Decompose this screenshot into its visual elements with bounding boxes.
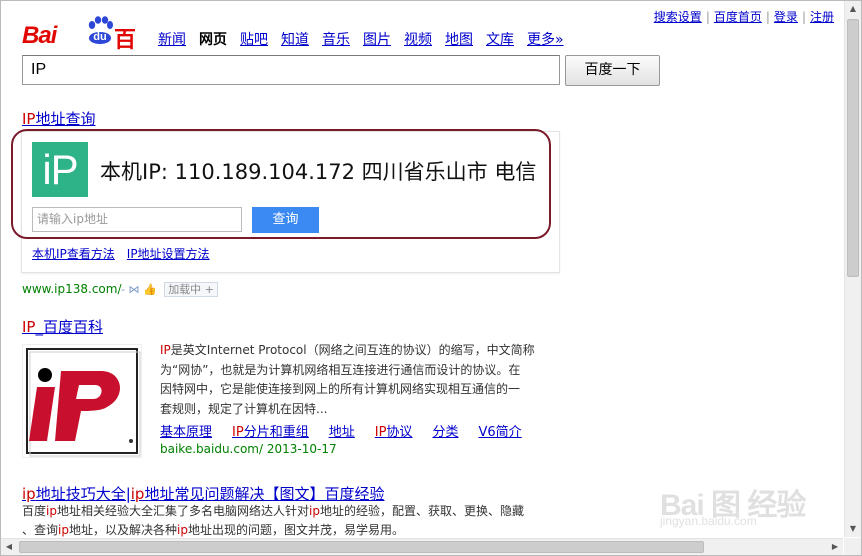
logo-du: du <box>93 31 107 43</box>
nav-music[interactable]: 音乐 <box>322 32 350 48</box>
ip-help-links: 本机IP查看方法 IP地址设置方法 <box>32 245 222 262</box>
title-highlight: IP <box>22 318 36 336</box>
scroll-down-icon[interactable]: ▼ <box>845 521 861 537</box>
desc-text: 为“网协”，也就是为计算机网络相互连接进行通信而设计的协议。在 <box>160 362 521 377</box>
separator: | <box>705 10 710 24</box>
nav-wenku[interactable]: 文库 <box>486 32 514 48</box>
result-title-ip-lookup[interactable]: IP地址查询 <box>22 108 96 129</box>
horizontal-scrollbar[interactable]: ◀ ▶ <box>1 538 843 555</box>
desc-text: 因特网中，它是能使连接到网上的所有计算机网络实现相互通信的一 <box>160 382 521 396</box>
result-cite-url: www.ip138.com/ <box>22 282 122 296</box>
nav-map[interactable]: 地图 <box>445 32 473 48</box>
search-input[interactable]: IP <box>22 55 560 85</box>
baike-link-basic-principle[interactable]: 基本原理 <box>160 425 222 440</box>
title-text: 地址常见问题解决【图文】百度经验 <box>144 485 385 503</box>
ip-setup-method-link[interactable]: IP地址设置方法 <box>127 247 210 261</box>
baike-link-address[interactable]: 地址 <box>329 425 365 440</box>
nav-web[interactable]: 网页 <box>199 32 227 48</box>
baike-thumbnail[interactable] <box>22 344 142 458</box>
baike-cite-url: baike.baidu.com/ 2013-10-17 <box>160 442 337 456</box>
title-text: 地址技巧大全| <box>35 485 131 503</box>
title-highlight: ip <box>130 485 145 503</box>
jingyan-description: 百度ip地址相关经验大全汇集了多名电脑网络达人针对ip地址的经验，配置、获取、更… <box>22 502 567 540</box>
link-highlight: IP <box>232 425 244 440</box>
baike-link-fragmentation[interactable]: IP分片和重组 <box>232 425 319 440</box>
baidu-logo[interactable]: Bai du 百度 <box>20 8 150 85</box>
link-text: 基本原理 <box>160 425 213 440</box>
vertical-scrollbar[interactable]: ▲ ▼ <box>844 1 861 537</box>
desc-highlight: ip <box>46 504 57 518</box>
desc-text: 、查询 <box>22 523 59 537</box>
baike-section-links: 基本原理 IP分片和重组 地址 IP协议 分类 V6简介 <box>160 421 542 440</box>
search-button[interactable]: 百度一下 <box>565 55 660 86</box>
horizontal-scroll-thumb[interactable] <box>19 541 704 553</box>
desc-text: 百度 <box>22 504 47 518</box>
link-highlight: IP <box>374 425 387 440</box>
baidu-home-link[interactable]: 百度首页 <box>714 10 762 24</box>
desc-line: 为“网协”，也就是为计算机网络相互连接进行通信而设计的协议。在 <box>160 361 560 381</box>
desc-line: 套规则，规定了计算机在因特... <box>160 400 560 420</box>
desc-highlight: ip <box>58 523 69 537</box>
jingyan-watermark: Bai 图 经验 jingyan.baidu.com <box>640 476 810 536</box>
baike-link-v6[interactable]: V6简介 <box>478 425 531 440</box>
nav-more[interactable]: 更多» <box>527 32 564 48</box>
thumb-up-icon[interactable]: 👍 <box>143 283 157 296</box>
desc-highlight: IP <box>160 343 171 357</box>
nav-tieba[interactable]: 贴吧 <box>240 32 268 48</box>
logo-latin: Bai <box>22 22 57 49</box>
login-link[interactable]: 登录 <box>774 10 798 24</box>
baike-link-protocol[interactable]: IP协议 <box>375 425 423 440</box>
title-highlight: IP <box>22 110 36 128</box>
desc-text: 地址出现的问题，图文并茂，易学易用。 <box>187 523 404 537</box>
desc-highlight: ip <box>308 504 320 518</box>
nav-zhidao[interactable]: 知道 <box>281 32 309 48</box>
title-highlight: ip <box>22 485 36 503</box>
nav-video[interactable]: 视频 <box>404 32 432 48</box>
desc-line: 因特网中，它是能使连接到网上的所有计算机网络实现相互通信的一 <box>160 380 560 400</box>
highlight-ring <box>11 129 551 239</box>
desc-text: 套规则，规定了计算机在因特... <box>160 401 328 416</box>
link-text: 分类 <box>432 425 459 440</box>
vertical-nav: 新闻 网页 贴吧 知道 音乐 图片 视频 地图 文库 更多» <box>158 29 577 49</box>
desc-text: 地址的经验，配置、获取、更换、隐藏 <box>319 504 524 518</box>
scrollbar-corner <box>844 538 861 555</box>
nav-images[interactable]: 图片 <box>363 32 391 48</box>
baike-link-classes[interactable]: 分类 <box>432 425 468 440</box>
desc-text: 地址相关经验大全汇集了多名电脑网络达人针对 <box>56 504 309 518</box>
cite-tools: - ⋈ 👍 加载中 + <box>121 281 218 297</box>
desc-text: 是英文Internet Protocol（网络之间互连的协议）的缩写，中文简称 <box>170 343 535 357</box>
snapshot-icon[interactable]: ⋈ <box>128 283 139 296</box>
watermark-sub: jingyan.baidu.com <box>660 514 757 528</box>
top-links: 搜索设置 | 百度首页 | 登录 | 注册 <box>654 8 834 25</box>
desc-text: 地址，以及解决各种 <box>68 523 177 537</box>
link-text: 协议 <box>386 425 413 440</box>
desc-line: 百度ip地址相关经验大全汇集了多名电脑网络达人针对ip地址的经验，配置、获取、更… <box>22 502 567 521</box>
result-title-baike[interactable]: IP_百度百科 <box>22 316 103 337</box>
scroll-right-icon[interactable]: ▶ <box>827 539 843 555</box>
link-text: 地址 <box>328 425 355 440</box>
nav-news[interactable]: 新闻 <box>158 32 186 48</box>
register-link[interactable]: 注册 <box>810 10 834 24</box>
title-text: 地址查询 <box>35 110 96 128</box>
loading-label: 加载中 <box>168 283 202 296</box>
separator: | <box>801 10 806 24</box>
ip-logo-image <box>26 348 141 457</box>
link-text: 分片和重组 <box>243 425 309 440</box>
vertical-scroll-thumb[interactable] <box>847 19 859 277</box>
result-title-jingyan[interactable]: ip地址技巧大全|ip地址常见问题解决【图文】百度经验 <box>22 483 384 504</box>
scroll-up-icon[interactable]: ▲ <box>845 1 861 17</box>
desc-line: IP是英文Internet Protocol（网络之间互连的协议）的缩写，中文简… <box>160 341 560 361</box>
loading-badge: 加载中 + <box>164 282 218 297</box>
baike-description: IP是英文Internet Protocol（网络之间互连的协议）的缩写，中文简… <box>160 341 560 419</box>
separator: | <box>765 10 770 24</box>
scroll-left-icon[interactable]: ◀ <box>1 539 17 555</box>
title-text: _百度百科 <box>35 318 103 336</box>
cite-dash: - <box>121 283 125 296</box>
desc-highlight: ip <box>176 523 188 537</box>
link-text: V6简介 <box>478 425 522 440</box>
ip-view-method-link[interactable]: 本机IP查看方法 <box>32 247 115 261</box>
search-settings-link[interactable]: 搜索设置 <box>654 10 702 24</box>
